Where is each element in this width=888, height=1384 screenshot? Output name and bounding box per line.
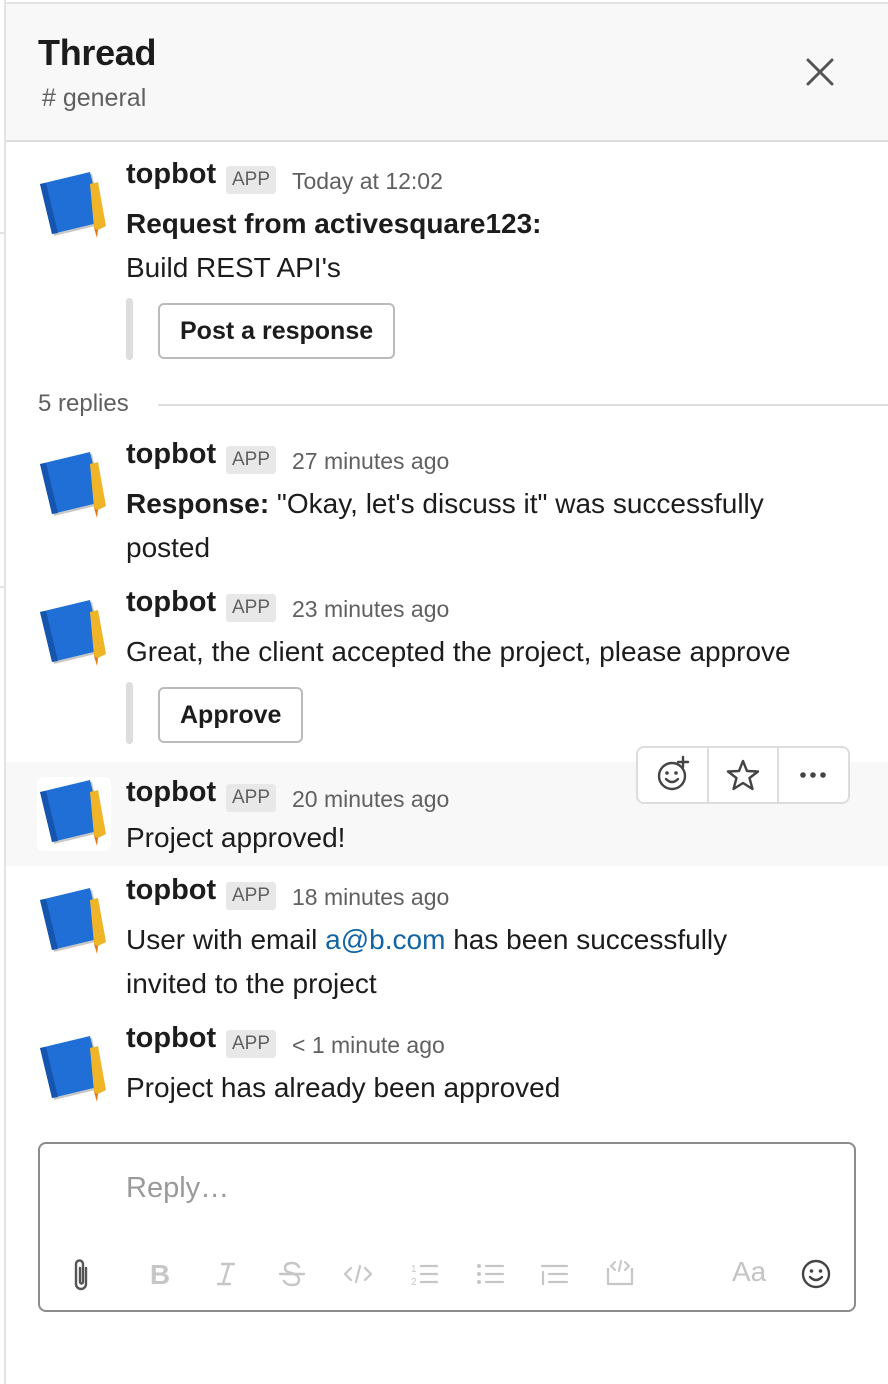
app-badge: APP xyxy=(226,882,277,910)
message-text-part: "Okay, let's discuss it" was successfull… xyxy=(269,488,764,519)
author-name[interactable]: topbot xyxy=(126,776,216,809)
more-actions-button[interactable] xyxy=(778,748,848,802)
bold-button[interactable]: B xyxy=(140,1254,180,1294)
reply-input[interactable] xyxy=(126,1164,826,1212)
channel-name[interactable]: # general xyxy=(42,84,146,113)
timestamp[interactable]: 23 minutes ago xyxy=(292,596,449,623)
bot-avatar[interactable] xyxy=(38,886,110,958)
code-block-icon[interactable] xyxy=(600,1254,640,1294)
ordered-list-button[interactable]: 1 2 xyxy=(404,1254,444,1294)
attachment-bar xyxy=(126,682,133,744)
message-text: posted xyxy=(126,532,211,563)
timestamp[interactable]: Today at 12:02 xyxy=(292,168,443,195)
app-badge: APP xyxy=(226,594,277,622)
bot-avatar[interactable] xyxy=(38,170,110,242)
timestamp[interactable]: 20 minutes ago xyxy=(292,786,449,813)
close-icon[interactable] xyxy=(802,54,838,90)
svg-text:1: 1 xyxy=(411,1264,417,1275)
replies-count: 5 replies xyxy=(38,390,129,417)
reply-message: topbot APP 18 minutes ago User with emai… xyxy=(0,874,888,1014)
reply-message: topbot APP 27 minutes ago Response: "Oka… xyxy=(0,438,888,578)
strikethrough-icon[interactable] xyxy=(272,1254,312,1294)
close-button[interactable] xyxy=(802,54,838,90)
thread-title: Thread xyxy=(38,32,157,73)
timestamp[interactable]: < 1 minute ago xyxy=(292,1032,445,1059)
emoji-button[interactable] xyxy=(796,1254,836,1294)
bot-avatar[interactable] xyxy=(38,450,110,522)
reply-message: topbot APP < 1 minute ago Project has al… xyxy=(0,1022,888,1122)
star-button[interactable] xyxy=(708,748,778,802)
quote-button[interactable] xyxy=(534,1254,574,1294)
bot-avatar[interactable] xyxy=(38,1034,110,1106)
italic-icon[interactable] xyxy=(206,1254,246,1294)
reply-composer: B 1 2 xyxy=(38,1142,856,1312)
code-icon[interactable] xyxy=(338,1254,378,1294)
message-text-part: has been successfully xyxy=(445,924,728,955)
emoji-icon[interactable] xyxy=(796,1254,836,1294)
approve-button[interactable]: Approve xyxy=(158,687,304,743)
post-response-button[interactable]: Post a response xyxy=(158,303,396,359)
message-bold: Response: xyxy=(126,488,270,519)
message-actions-toolbar xyxy=(636,746,850,804)
svg-text:B: B xyxy=(150,1259,170,1290)
timestamp[interactable]: 27 minutes ago xyxy=(292,448,449,475)
code-block-button[interactable] xyxy=(600,1254,640,1294)
author-name[interactable]: topbot xyxy=(126,874,216,907)
add-reaction-icon[interactable] xyxy=(638,748,708,802)
attachment-bar xyxy=(126,298,133,360)
strikethrough-button[interactable] xyxy=(272,1254,312,1294)
bold-icon[interactable]: B xyxy=(140,1254,180,1294)
code-button[interactable] xyxy=(338,1254,378,1294)
app-badge: APP xyxy=(226,784,277,812)
message-text: Great, the client accepted the project, … xyxy=(126,636,791,667)
replies-divider xyxy=(158,404,888,406)
request-title: Request from activesquare123: xyxy=(126,208,542,239)
thread-header: Thread # general xyxy=(6,4,888,142)
author-name[interactable]: topbot xyxy=(126,438,216,471)
star-icon[interactable] xyxy=(708,748,778,802)
quote-icon[interactable] xyxy=(534,1254,574,1294)
message-text: Project approved! xyxy=(126,822,346,853)
bulleted-list-button[interactable] xyxy=(470,1254,510,1294)
message-text-part: User with email xyxy=(126,924,326,955)
message-text: Response: "Okay, let's discuss it" was s… xyxy=(126,488,764,520)
reply-message: topbot APP 23 minutes ago Great, the cli… xyxy=(0,586,888,750)
message-text: invited to the project xyxy=(126,968,377,999)
bot-avatar[interactable] xyxy=(37,777,111,851)
app-badge: APP xyxy=(226,1030,277,1058)
email-link[interactable]: a@b.com xyxy=(325,924,445,955)
message-text: User with email a@b.com has been success… xyxy=(126,924,727,956)
app-badge: APP xyxy=(226,446,277,474)
italic-button[interactable] xyxy=(206,1254,246,1294)
author-name[interactable]: topbot xyxy=(126,1022,216,1055)
app-badge: APP xyxy=(226,166,277,194)
author-name[interactable]: topbot xyxy=(126,586,216,619)
add-reaction-button[interactable] xyxy=(638,748,708,802)
paperclip-icon[interactable] xyxy=(62,1254,102,1294)
parent-message: topbot APP Today at 12:02 Request from a… xyxy=(0,158,888,368)
more-actions-icon[interactable] xyxy=(778,748,848,802)
timestamp[interactable]: 18 minutes ago xyxy=(292,884,449,911)
bulleted-list-icon[interactable] xyxy=(470,1254,510,1294)
attach-button[interactable] xyxy=(62,1254,102,1294)
author-name[interactable]: topbot xyxy=(126,158,216,191)
message-text: Build REST API's xyxy=(126,252,341,283)
message-text: Project has already been approved xyxy=(126,1072,561,1103)
svg-text:2: 2 xyxy=(411,1277,417,1288)
bot-avatar[interactable] xyxy=(38,598,110,670)
ordered-list-icon[interactable]: 1 2 xyxy=(404,1254,444,1294)
formatting-toggle[interactable]: Aa xyxy=(732,1256,766,1288)
